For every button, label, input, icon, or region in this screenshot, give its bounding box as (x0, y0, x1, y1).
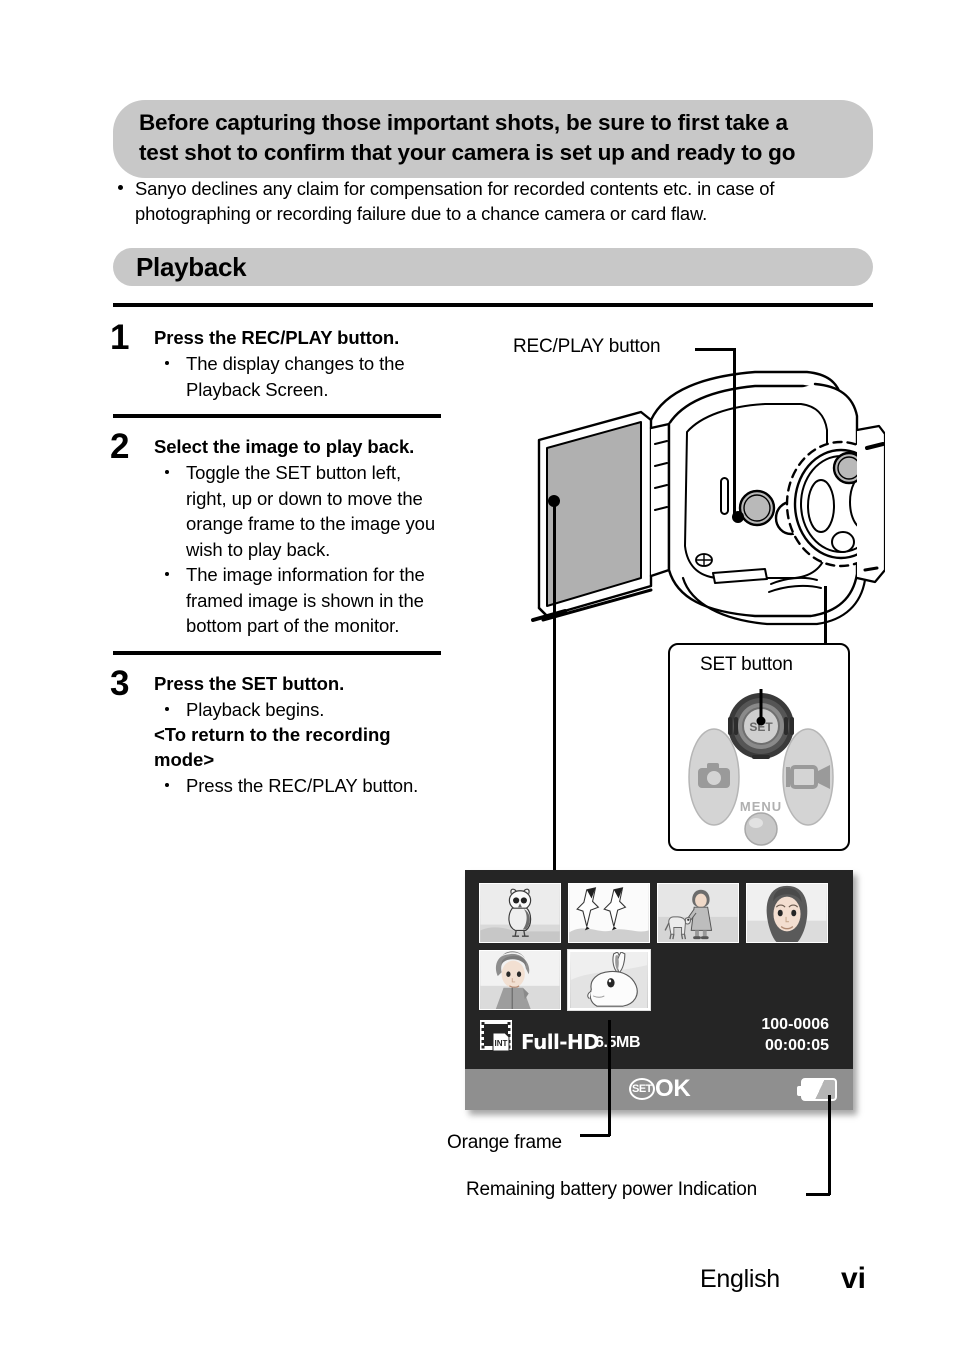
duration-label: 00:00:05 (764, 1037, 829, 1054)
step-3: 3 Press the SET button. Playback begins.… (110, 658, 445, 799)
set-button-diagram: SET MENU (688, 689, 834, 846)
step-number: 2 (110, 427, 130, 466)
step-bullet: Toggle the SET button left, right, up or… (154, 460, 445, 562)
media-badge-text: INT (495, 1039, 508, 1048)
callout-orange-frame-label: Orange frame (447, 1132, 562, 1153)
file-size-label: 6.5MB (595, 1034, 641, 1051)
leader-battery-vertical (828, 1095, 831, 1195)
thumbnail-row (479, 883, 841, 943)
thumbnail-grid (479, 883, 841, 1017)
step-bullet-text: Press the REC/PLAY button. (186, 775, 419, 796)
seagulls-image (569, 884, 649, 942)
step-bullet-text: The image information for the framed ima… (186, 564, 425, 636)
set-chip-icon: SET (629, 1078, 655, 1100)
thumbnail-person-with-bun[interactable] (479, 950, 561, 1010)
step-bullet: Press the REC/PLAY button. (154, 773, 445, 799)
footer-page-number: vi (841, 1262, 867, 1295)
step-heading: Select the image to play back. (154, 436, 415, 457)
notice-bullet: Sanyo declines any claim for compensatio… (113, 176, 878, 226)
section-header-playback: Playback (113, 248, 873, 286)
step-bullet-text: Playback begins. (186, 698, 325, 720)
bullet-dot-icon (165, 361, 169, 365)
bullet-dot-icon (165, 470, 169, 474)
battery-icon (797, 1078, 837, 1101)
set-button-label: SET button (700, 654, 793, 675)
step-divider (113, 650, 441, 655)
step-bullet: The display changes to the Playback Scre… (154, 351, 445, 402)
bullet-dot-icon (165, 706, 169, 711)
notice-banner: Before capturing those important shots, … (113, 100, 873, 178)
section-title: Playback (136, 252, 247, 282)
leader-rec-play-dot (732, 511, 744, 523)
girl-with-dog-image (658, 884, 738, 942)
person-with-bun-image (480, 951, 560, 1009)
bullet-dot-icon (118, 185, 123, 190)
playback-screen-monitor: INT Full-HD 6.5MB 100-0006 00:00:05 SET … (465, 870, 853, 1110)
bullet-dot-icon (165, 783, 169, 787)
thumbnail-rabbit-selected[interactable] (567, 949, 651, 1011)
thumbnail-seagulls[interactable] (568, 883, 650, 943)
step-bullet: The image information for the framed ima… (154, 562, 445, 639)
step-number: 3 (110, 663, 130, 703)
step-number: 1 (110, 318, 130, 357)
step-heading: Press the SET button. (154, 672, 345, 694)
callout-battery-label: Remaining battery power Indication (466, 1179, 758, 1200)
leader-orange-frame-vertical (608, 1020, 611, 1136)
step-bullet-text: The display changes to the Playback Scre… (186, 353, 405, 400)
owl-image (480, 884, 560, 942)
leader-battery-horizontal (806, 1193, 830, 1196)
thumbnail-woman-portrait[interactable] (746, 883, 828, 943)
leader-lcd-line (553, 500, 556, 872)
video-file-icon: INT (480, 1020, 512, 1052)
leader-orange-frame-horizontal (580, 1134, 610, 1137)
rabbit-image (570, 952, 648, 1008)
thumbnail-girl-with-dog[interactable] (657, 883, 739, 943)
step-subheading: <To return to the recording mode> (154, 724, 391, 770)
notice-bullet-text: Sanyo declines any claim for compensatio… (135, 178, 775, 224)
bullet-dot-icon (165, 572, 169, 576)
notice-title-line2: test shot to confirm that your camera is… (139, 140, 796, 165)
steps-column: 1 Press the REC/PLAY button. The display… (110, 312, 445, 799)
svg-text:MENU: MENU (740, 799, 782, 814)
notice-title-line1: Before capturing those important shots, … (139, 110, 788, 135)
image-info-row: INT Full-HD 6.5MB 100-0006 00:00:05 (465, 1016, 853, 1067)
step-bullet: Playback begins. (154, 697, 445, 723)
step-bullet-text: Toggle the SET button left, right, up or… (186, 462, 436, 560)
ok-label: OK (655, 1075, 691, 1102)
section-top-rule (113, 303, 873, 307)
thumbnail-row (479, 949, 841, 1011)
step-1: 1 Press the REC/PLAY button. The display… (110, 312, 445, 402)
leader-rec-play-horizontal (695, 348, 735, 351)
leader-dial-to-setbox (824, 586, 827, 646)
manual-page: Before capturing those important shots, … (0, 0, 954, 1345)
leader-rec-play-vertical (733, 348, 736, 514)
quality-label: Full-HD (521, 1030, 600, 1054)
step-heading: Press the REC/PLAY button. (154, 327, 400, 348)
footer-language: English (700, 1265, 780, 1293)
thumbnail-owl[interactable] (479, 883, 561, 943)
file-number-label: 100-0006 (761, 1016, 829, 1033)
step-divider (113, 414, 441, 418)
woman-portrait-image (747, 884, 827, 942)
monitor-status-bar: SET OK (465, 1069, 853, 1110)
set-button-callout-box: SET button SET MENU (668, 643, 850, 851)
step-2: 2 Select the image to play back. Toggle … (110, 421, 445, 639)
